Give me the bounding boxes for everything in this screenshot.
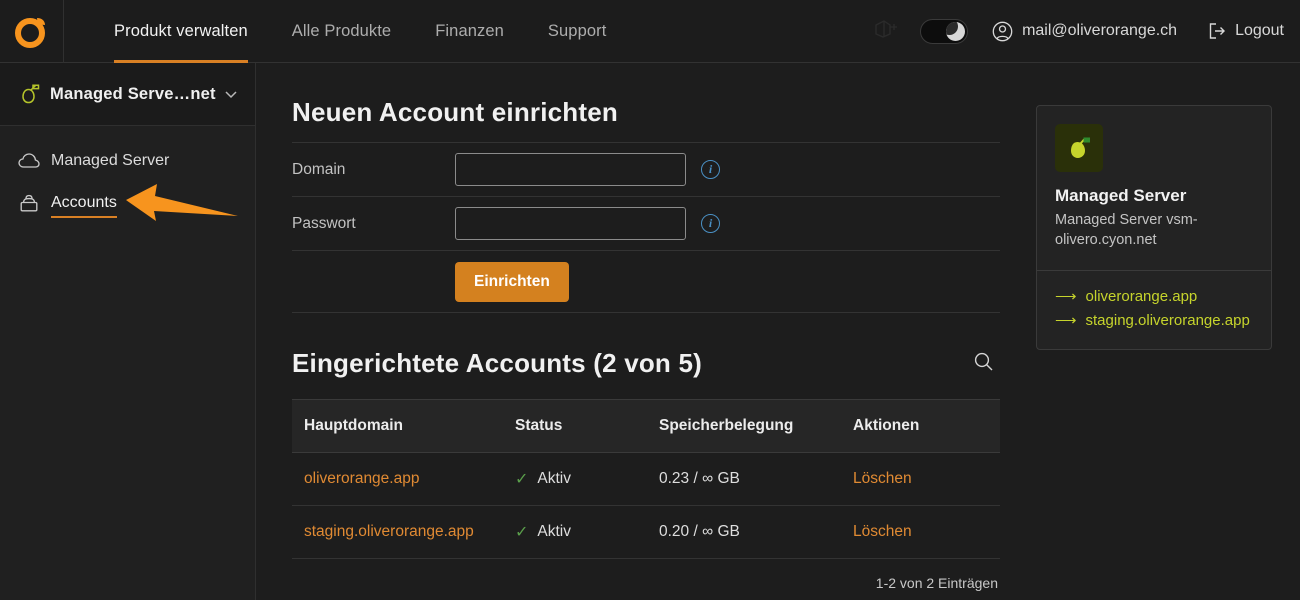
form-row-domain: Domain i bbox=[292, 142, 1000, 196]
page-title: Neuen Account einrichten bbox=[292, 97, 618, 127]
delete-link[interactable]: Löschen bbox=[853, 470, 912, 487]
arrow-right-icon: ⟶ bbox=[1055, 288, 1077, 306]
card-link-staging[interactable]: ⟶ staging.oliverorange.app bbox=[1055, 309, 1253, 333]
app-window: Produkt verwalten Alle Produkte Finanzen… bbox=[0, 0, 1300, 600]
search-button[interactable] bbox=[967, 345, 1000, 381]
cyon-logo-icon bbox=[14, 18, 45, 48]
nav-label: Support bbox=[547, 21, 607, 40]
ghost-decoration-icon bbox=[875, 20, 898, 38]
user-email-label: mail@oliverorange.ch bbox=[1022, 22, 1178, 39]
check-icon: ✓ bbox=[515, 524, 529, 541]
new-account-panel: Neuen Account einrichten Domain i Passwo… bbox=[292, 97, 1000, 313]
domain-input[interactable] bbox=[455, 153, 686, 186]
passwort-label: Passwort bbox=[292, 214, 356, 232]
accounts-section-header: Eingerichtete Accounts (2 von 5) bbox=[292, 313, 1000, 399]
logout-label: Logout bbox=[1235, 22, 1284, 39]
moon-icon bbox=[946, 21, 966, 41]
product-selector[interactable]: Managed Serve…net bbox=[0, 63, 255, 126]
card-link-label: staging.oliverorange.app bbox=[1085, 312, 1250, 330]
logout-icon bbox=[1209, 23, 1226, 39]
card-title: Managed Server bbox=[1055, 186, 1187, 205]
info-icon[interactable]: i bbox=[701, 160, 720, 179]
nav-label: Alle Produkte bbox=[291, 21, 392, 40]
domain-label: Domain bbox=[292, 160, 346, 178]
arrow-right-icon: ⟶ bbox=[1055, 312, 1077, 330]
card-link-oliverorange[interactable]: ⟶ oliverorange.app bbox=[1055, 285, 1253, 309]
col-status: Status bbox=[515, 399, 659, 453]
pear-icon bbox=[1071, 137, 1090, 158]
nav-item-alle-produkte[interactable]: Alle Produkte bbox=[270, 0, 413, 63]
logout-button[interactable]: Logout bbox=[1207, 21, 1284, 41]
archive-box-icon bbox=[16, 193, 42, 213]
pear-icon bbox=[22, 84, 40, 104]
product-icon-tile bbox=[1055, 124, 1103, 172]
sidebar-label: Managed Server bbox=[51, 152, 170, 169]
cloud-icon bbox=[16, 153, 42, 169]
status-label: Aktiv bbox=[537, 523, 571, 540]
product-title: Managed Serve…net bbox=[50, 84, 216, 103]
check-icon: ✓ bbox=[515, 471, 529, 488]
nav-label: Finanzen bbox=[435, 21, 504, 40]
table-row: oliverorange.app ✓ Aktiv 0.23 / ∞ GB Lös… bbox=[292, 452, 1000, 506]
storage-value: 0.23 / ∞ GB bbox=[659, 452, 853, 506]
passwort-input[interactable] bbox=[455, 207, 686, 240]
einrichten-button[interactable]: Einrichten bbox=[455, 261, 569, 302]
top-bar-right-group: mail@oliverorange.ch Logout bbox=[870, 16, 1300, 46]
search-icon bbox=[974, 352, 993, 371]
accounts-heading: Eingerichtete Accounts (2 von 5) bbox=[292, 347, 702, 378]
main-nav: Produkt verwalten Alle Produkte Finanzen… bbox=[92, 0, 628, 63]
user-avatar-icon bbox=[992, 21, 1013, 41]
domain-link[interactable]: oliverorange.app bbox=[304, 470, 419, 487]
domain-link[interactable]: staging.oliverorange.app bbox=[304, 523, 474, 540]
sidebar-item-accounts[interactable]: Accounts bbox=[0, 182, 255, 224]
nav-label: Produkt verwalten bbox=[114, 21, 248, 40]
user-account-button[interactable]: mail@oliverorange.ch bbox=[992, 21, 1177, 42]
card-links: ⟶ oliverorange.app ⟶ staging.oliverorang… bbox=[1037, 270, 1271, 349]
col-speicherbelegung: Speicherbelegung bbox=[659, 399, 853, 453]
storage-value: 0.20 / ∞ GB bbox=[659, 505, 853, 559]
table-pagination-info: 1-2 von 2 Einträgen bbox=[875, 575, 998, 591]
col-aktionen: Aktionen bbox=[853, 399, 1000, 453]
sidebar-label: Accounts bbox=[51, 194, 117, 218]
nav-item-finanzen[interactable]: Finanzen bbox=[413, 0, 526, 63]
accounts-table: Hauptdomain Status Speicherbelegung Akti… bbox=[292, 399, 1000, 559]
status-badge: ✓ Aktiv bbox=[515, 522, 659, 542]
dark-mode-toggle[interactable] bbox=[920, 18, 969, 44]
table-row: staging.oliverorange.app ✓ Aktiv 0.20 / … bbox=[292, 505, 1000, 559]
product-info-card: Managed Server Managed Server vsm-oliver… bbox=[1036, 105, 1272, 351]
nav-item-support[interactable]: Support bbox=[526, 0, 629, 63]
table-header-row: Hauptdomain Status Speicherbelegung Akti… bbox=[292, 399, 1000, 453]
status-label: Aktiv bbox=[537, 470, 571, 487]
delete-link[interactable]: Löschen bbox=[853, 523, 912, 540]
product-info-body: Managed Server Managed Server vsm-oliver… bbox=[1037, 106, 1271, 270]
status-badge: ✓ Aktiv bbox=[515, 469, 659, 489]
card-subtitle: Managed Server vsm-olivero.cyon.net bbox=[1055, 212, 1198, 248]
chevron-down-icon bbox=[225, 91, 237, 99]
sidebar-menu: Managed Server Accounts bbox=[0, 126, 255, 224]
form-row-passwort: Passwort i bbox=[292, 196, 1000, 250]
top-navigation-bar: Produkt verwalten Alle Produkte Finanzen… bbox=[0, 0, 1300, 63]
card-link-label: oliverorange.app bbox=[1085, 288, 1198, 306]
brand-logo[interactable] bbox=[0, 0, 64, 63]
col-hauptdomain: Hauptdomain bbox=[292, 399, 515, 453]
sidebar-item-managed-server[interactable]: Managed Server bbox=[0, 140, 255, 182]
info-icon[interactable]: i bbox=[701, 214, 720, 233]
form-actions: Einrichten bbox=[292, 250, 1000, 313]
nav-item-produkt-verwalten[interactable]: Produkt verwalten bbox=[92, 0, 270, 63]
sidebar: Managed Serve…net Managed Server Account… bbox=[0, 63, 256, 600]
